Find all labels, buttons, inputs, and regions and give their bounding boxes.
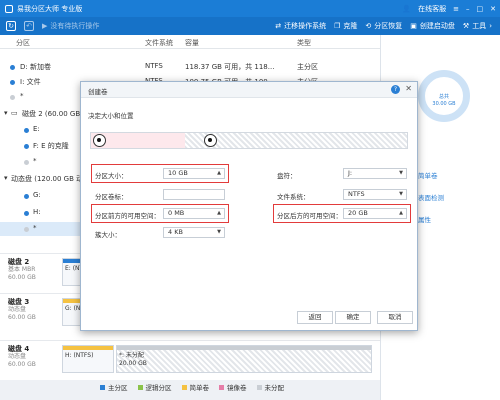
clone-icon: ❐ [334, 22, 341, 30]
column-header[interactable]: 容量 [185, 38, 199, 48]
tools-button[interactable]: ⚒ 工具 › [463, 21, 492, 31]
legend-item: 简单卷 [181, 382, 209, 392]
legend-item: 主分区 [100, 382, 128, 392]
chevron-down-icon: ▼ [399, 170, 403, 176]
close-icon[interactable]: ✕ [490, 5, 496, 13]
title-bar: 易我分区大师 专业版 👤 在线客服 ≡ – □ ✕ [0, 0, 500, 17]
chevron-down-icon: ▾ [4, 174, 8, 182]
highlight-box [91, 164, 229, 183]
capacity-text: 总共 30.00 GB [432, 94, 456, 107]
partition-icon [24, 194, 29, 199]
chevron-down-icon: ▼ [399, 191, 403, 197]
clone-button[interactable]: ❐ 克隆 [334, 21, 357, 31]
legend-item: 未分配 [256, 382, 284, 392]
column-header[interactable]: 分区 [16, 38, 30, 48]
create-bootdisk-button[interactable]: ▣ 创建启动盘 [410, 21, 455, 31]
tools-icon: ⚒ [462, 22, 470, 30]
legend: 主分区 逻辑分区 简单卷 镜像卷 未分配 [100, 382, 284, 392]
undo-button[interactable]: ↶ [24, 21, 34, 31]
column-header[interactable]: 文件系统 [145, 38, 173, 48]
file-system-select[interactable]: NTFS ▼ [343, 189, 407, 200]
drive-letter-label: 盘符： [277, 172, 297, 180]
highlight-box [91, 204, 229, 223]
file-system-label: 文件系统： [277, 193, 310, 201]
legend-item: 镜像卷 [219, 382, 247, 392]
undo-icon: ↶ [24, 21, 34, 31]
maximize-icon[interactable]: □ [477, 5, 484, 13]
close-icon[interactable]: ✕ [405, 84, 412, 93]
table-row[interactable]: D: 新加卷 NTFS 118.37 GB 可用，共 118... 主分区 [0, 60, 380, 74]
cancel-button[interactable]: 取消 [377, 311, 413, 324]
cluster-size-label: 簇大小： [95, 231, 121, 239]
pending-operations[interactable]: ▶ 没有待执行操作 [42, 21, 99, 31]
volume-label-label: 分区卷标： [95, 193, 128, 201]
minimize-icon[interactable]: – [466, 5, 470, 13]
partition-icon [24, 227, 29, 232]
chevron-down-icon: ▾ [4, 109, 8, 117]
partition-icon [24, 211, 29, 216]
toolbar: ↻ ↶ ▶ 没有待执行操作 ⇄ 迁移操作系统 ❐ 克隆 ⟲ 分区恢复 ▣ 创建启… [0, 17, 500, 35]
bootdisk-icon: ▣ [410, 22, 417, 30]
menu-icon[interactable]: ≡ [453, 5, 459, 13]
dialog-title: 创建卷 [88, 88, 108, 96]
back-button[interactable]: 返回 [297, 311, 333, 324]
recovery-icon: ⟲ [365, 22, 372, 30]
partition-segment[interactable]: H: (NTFS) [62, 345, 114, 373]
partition-icon [10, 80, 15, 85]
refresh-button[interactable]: ↻ [6, 21, 16, 31]
disk-map-row[interactable]: 磁盘 4 动态盘 60.00 GB H: (NTFS) *: 未分配 20.00 G… [0, 340, 380, 376]
migrate-os-button[interactable]: ⇄ 迁移操作系统 [275, 21, 326, 31]
free-range [185, 133, 407, 148]
play-icon: ▶ [42, 22, 48, 30]
help-icon[interactable]: ? [391, 85, 400, 94]
user-icon[interactable]: 👤 [402, 5, 411, 13]
side-action-simple-volume[interactable]: 简单卷 [418, 170, 438, 180]
legend-item: 逻辑分区 [137, 382, 172, 392]
support-link[interactable]: 在线客服 [418, 4, 446, 14]
ok-button[interactable]: 确定 [335, 311, 371, 324]
partition-size-slider[interactable] [90, 132, 408, 149]
disk-icon: ▭ [11, 109, 18, 117]
migrate-icon: ⇄ [275, 22, 282, 30]
volume-label-input[interactable] [163, 189, 225, 200]
partition-icon [24, 128, 29, 133]
partition-icon [24, 160, 29, 165]
partition-recovery-button[interactable]: ⟲ 分区恢复 [365, 21, 402, 31]
dialog-subtitle: 决定大小和位置 [88, 112, 134, 120]
side-action-properties[interactable]: 属性 [418, 214, 431, 224]
partition-icon [10, 95, 15, 100]
table-header: 分区 文件系统 容量 类型 [0, 35, 380, 49]
dialog-header: 创建卷 ? ✕ [81, 82, 417, 98]
highlight-box [273, 204, 411, 223]
create-volume-dialog: 创建卷 ? ✕ 决定大小和位置 分区大小： 10 GB ▲ 分区卷标： 分区前方… [80, 81, 418, 331]
app-title: 易我分区大师 专业版 [17, 4, 83, 13]
slider-handle-start[interactable] [93, 134, 106, 147]
partition-icon [10, 65, 15, 70]
chevron-down-icon: ▼ [217, 229, 221, 235]
unallocated-segment[interactable]: *: 未分配 20.00 GB [116, 345, 372, 373]
side-action-surface-test[interactable]: 表面检测 [418, 192, 444, 202]
cluster-size-select[interactable]: 4 KB ▼ [163, 227, 225, 238]
column-header[interactable]: 类型 [297, 38, 311, 48]
refresh-icon: ↻ [6, 21, 16, 31]
drive-letter-select[interactable]: J: ▼ [343, 168, 407, 179]
slider-handle-end[interactable] [204, 134, 217, 147]
app-logo-icon [5, 4, 13, 13]
chevron-right-icon: › [489, 22, 492, 30]
partition-icon [24, 144, 29, 149]
